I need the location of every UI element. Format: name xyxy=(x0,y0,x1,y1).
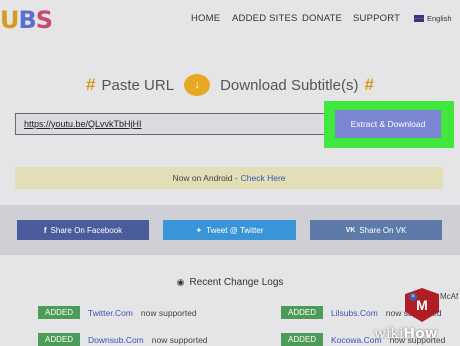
language-label: English xyxy=(427,14,452,23)
logo-letter: S xyxy=(35,6,53,34)
list-item: ADDED Downsub.Com now supported xyxy=(38,333,208,346)
share-facebook-label: Share On Facebook xyxy=(50,225,123,235)
added-badge: ADDED xyxy=(281,333,324,346)
nav-support[interactable]: SUPPORT xyxy=(353,13,400,24)
twitter-icon: ✦ xyxy=(195,225,203,235)
close-icon[interactable]: × xyxy=(409,293,417,301)
log-text: now supported xyxy=(140,307,197,318)
nav-home[interactable]: HOME xyxy=(191,13,220,24)
logo-letter: U xyxy=(0,6,19,34)
added-badge: ADDED xyxy=(281,306,324,319)
logo-letter: B xyxy=(18,6,37,34)
watermark-how: How xyxy=(403,326,438,342)
list-item: ADDED Twitter.Com now supported xyxy=(38,306,197,319)
share-vk-button[interactable]: VK Share On VK xyxy=(310,220,442,240)
added-badge: ADDED xyxy=(38,333,81,346)
facebook-icon: f xyxy=(43,225,47,235)
android-banner: Now on Android - Check Here xyxy=(15,167,443,189)
banner-text: Now on Android - xyxy=(172,173,238,183)
share-facebook-button[interactable]: f Share On Facebook xyxy=(17,220,149,240)
change-logs-heading: Recent Change Logs xyxy=(189,277,284,288)
change-logs-title: ◉ Recent Change Logs xyxy=(0,277,460,288)
download-subtitles-label: Download Subtitle(s) xyxy=(220,76,359,94)
wikihow-watermark: wikiHow xyxy=(374,326,438,342)
added-badge: ADDED xyxy=(38,306,81,319)
site-logo[interactable]: UBS xyxy=(0,6,53,34)
extract-download-button[interactable]: Extract & Download xyxy=(335,110,441,138)
mcafee-label: McAf xyxy=(440,292,459,301)
site-link[interactable]: Downsub.Com xyxy=(88,335,144,345)
share-vk-label: Share On VK xyxy=(359,225,407,235)
flag-icon xyxy=(414,15,424,22)
share-twitter-button[interactable]: ✦ Tweet @ Twitter xyxy=(163,220,296,240)
nav-donate[interactable]: DONATE xyxy=(302,13,342,24)
url-input[interactable]: https://youtu.be/QLvvkTbHjHI xyxy=(15,113,325,135)
check-here-link[interactable]: Check Here xyxy=(241,173,286,183)
hero-title: # Paste URL ↓ Download Subtitle(s) # xyxy=(0,74,460,96)
rss-icon: ◉ xyxy=(176,277,185,287)
site-link[interactable]: Lilsubs.Com xyxy=(331,308,378,318)
watermark-wiki: wiki xyxy=(374,326,404,342)
language-selector[interactable]: English xyxy=(414,14,452,23)
nav-added-sites[interactable]: ADDED SITES xyxy=(232,13,298,24)
share-twitter-label: Tweet @ Twitter xyxy=(206,225,264,235)
site-link[interactable]: Twitter.Com xyxy=(88,308,133,318)
url-value: https://youtu.be/QLvvkTbHjHI xyxy=(24,119,142,129)
hash-symbol: # xyxy=(364,75,374,94)
cloud-download-icon: ↓ xyxy=(184,74,211,96)
hash-symbol: # xyxy=(86,75,96,94)
log-text: now supported xyxy=(151,334,208,345)
paste-url-label: Paste URL xyxy=(101,76,175,94)
vk-icon: VK xyxy=(345,226,356,234)
